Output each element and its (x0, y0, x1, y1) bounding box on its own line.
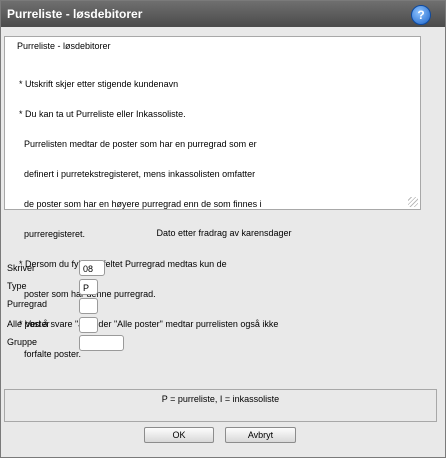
resize-grip-icon[interactable] (408, 197, 418, 207)
cancel-button[interactable]: Avbryt (225, 427, 296, 443)
dialog-window: Purreliste - løsdebitorer ? Purreliste -… (0, 0, 446, 458)
info-line: * Ved å svare "J" under "Alle poster" me… (19, 319, 279, 329)
info-heading: Purreliste - løsdebitorer (17, 41, 111, 51)
purregrad-input[interactable] (79, 298, 98, 314)
info-line: * Dersom du fyller ut feltet Purregrad m… (19, 259, 227, 269)
gruppe-label: Gruppe (7, 337, 38, 347)
alle-poster-label: Alle poster (7, 319, 50, 329)
form-subtitle: Dato etter fradrag av karensdager (156, 228, 292, 238)
window-title: Purreliste - løsdebitorer (7, 7, 143, 21)
ok-button[interactable]: OK (144, 427, 214, 443)
info-text-area[interactable]: Purreliste - løsdebitorer * Utskrift skj… (4, 36, 421, 359)
help-icon[interactable]: ? (411, 5, 431, 25)
status-bar: P = purreliste, I = inkassoliste (4, 389, 437, 422)
purregrad-label: Purregrad (7, 299, 48, 309)
info-lines: * Utskrift skjer etter stigende kundenav… (19, 59, 278, 379)
type-label: Type (7, 281, 27, 291)
alle-poster-input[interactable] (79, 317, 98, 333)
skriver-input[interactable]: 08 (79, 260, 105, 276)
status-text: P = purreliste, I = inkassoliste (161, 394, 280, 404)
title-bar: Purreliste - løsdebitorer ? (1, 1, 445, 27)
type-input[interactable]: P (79, 279, 98, 295)
info-line: Purrelisten medtar de poster som har en … (19, 139, 257, 149)
info-line: de poster som har en høyere purregrad en… (19, 199, 262, 209)
info-line: definert i purretekstregisteret, mens in… (19, 169, 256, 179)
gruppe-input[interactable] (79, 335, 124, 351)
info-line: forfalte poster. (19, 349, 82, 359)
info-line: * Utskrift skjer etter stigende kundenav… (19, 79, 179, 89)
info-line: * Du kan ta ut Purreliste eller Inkassol… (19, 109, 186, 119)
skriver-label: Skriver (7, 263, 36, 273)
info-line: poster som har denne purregrad. (24, 289, 156, 299)
